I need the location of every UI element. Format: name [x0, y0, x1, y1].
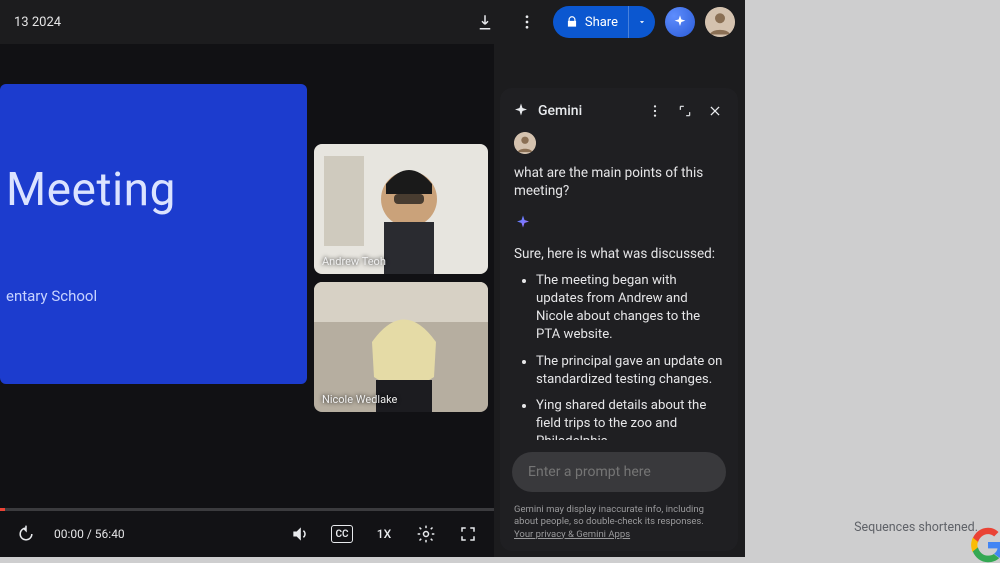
gemini-close-button[interactable] — [704, 100, 726, 122]
volume-button[interactable] — [286, 520, 314, 548]
topbar: 13 2024 Share — [0, 0, 745, 44]
time-display: 00:00 / 56:40 — [54, 527, 125, 541]
gemini-header: Gemini — [500, 88, 738, 132]
gemini-title: Gemini — [538, 103, 636, 119]
gemini-panel: Gemini what are the main points of this … — [500, 88, 738, 551]
download-button[interactable] — [469, 6, 501, 38]
ai-message: Sure, here is what was discussed: The me… — [514, 214, 724, 440]
cc-icon: CC — [331, 525, 353, 543]
share-main[interactable]: Share — [553, 6, 628, 38]
sparkle-icon — [514, 214, 532, 232]
user-avatar — [514, 132, 536, 154]
download-icon — [476, 13, 494, 31]
fullscreen-icon — [459, 525, 477, 543]
more-button[interactable] — [511, 6, 543, 38]
gemini-expand-button[interactable] — [674, 100, 696, 122]
settings-button[interactable] — [412, 520, 440, 548]
gemini-body: what are the main points of this meeting… — [500, 132, 738, 440]
slide-title: Meeting — [0, 163, 307, 217]
prompt-input[interactable] — [528, 464, 710, 480]
share-button[interactable]: Share — [553, 6, 655, 38]
prompt-input-container — [500, 440, 738, 504]
more-vert-icon — [647, 103, 663, 119]
answer-list: The meeting began with updates from Andr… — [514, 272, 724, 440]
google-logo-icon — [970, 527, 1000, 563]
date-label: 13 2024 — [10, 15, 61, 30]
participant-tile: Nicole Wedlake — [314, 282, 488, 412]
presentation-slide: Meeting entary School — [0, 84, 307, 384]
participant-tile: Andrew Teoh — [314, 144, 488, 274]
replay-icon — [16, 524, 36, 544]
share-label: Share — [585, 15, 618, 30]
gemini-menu-button[interactable] — [644, 100, 666, 122]
answer-point: Ying shared details about the field trip… — [536, 397, 724, 440]
video-area: Meeting entary School Andrew Teoh — [0, 44, 494, 557]
speed-button[interactable]: 1X — [370, 520, 398, 548]
answer-point: The meeting began with updates from Andr… — [536, 272, 724, 343]
player-controls: 00:00 / 56:40 CC 1X — [0, 511, 494, 557]
gear-icon — [416, 524, 436, 544]
lock-share-icon — [565, 15, 579, 29]
replay-button[interactable] — [12, 520, 40, 548]
fullscreen-button[interactable] — [454, 520, 482, 548]
sparkle-icon — [672, 14, 688, 30]
ai-intro-text: Sure, here is what was discussed: — [514, 246, 724, 262]
sequences-note: Sequences shortened. — [854, 520, 978, 535]
answer-point: The principal gave an update on standard… — [536, 353, 724, 389]
prompt-input-wrapper[interactable] — [512, 452, 726, 492]
sparkle-icon — [512, 102, 530, 120]
expand-icon — [678, 104, 692, 118]
video-app-window: 13 2024 Share Meeting entary Scho — [0, 0, 745, 557]
content: Meeting entary School Andrew Teoh — [0, 44, 745, 557]
user-question-text: what are the main points of this meeting… — [514, 164, 724, 200]
captions-button[interactable]: CC — [328, 520, 356, 548]
user-message — [514, 132, 724, 154]
participant-name: Nicole Wedlake — [322, 393, 397, 406]
volume-icon — [290, 524, 310, 544]
caret-down-icon — [637, 17, 647, 27]
account-avatar[interactable] — [705, 7, 735, 37]
participant-name: Andrew Teoh — [322, 255, 386, 268]
avatar-placeholder-icon — [705, 7, 735, 37]
more-vert-icon — [518, 13, 536, 31]
share-caret[interactable] — [628, 6, 655, 38]
gemini-toggle-button[interactable] — [665, 7, 695, 37]
gemini-disclaimer: Gemini may display inaccurate info, incl… — [500, 504, 738, 551]
privacy-link[interactable]: Your privacy & Gemini Apps — [514, 529, 630, 540]
slide-subtitle: entary School — [0, 287, 307, 305]
close-icon — [708, 104, 722, 118]
